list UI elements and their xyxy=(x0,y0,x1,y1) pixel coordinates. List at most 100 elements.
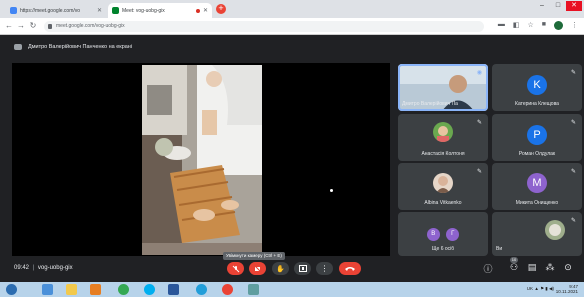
skype-icon[interactable] xyxy=(144,284,155,295)
participant-tile-overflow[interactable]: B Г Ще 6 осіб xyxy=(398,212,488,256)
participant-name: Катерина Клещова xyxy=(515,101,559,107)
folder-icon[interactable] xyxy=(66,284,77,295)
lock-icon xyxy=(48,24,52,29)
back-icon[interactable]: ← xyxy=(4,21,14,30)
participant-tile[interactable]: ◉ Дмитро Валерійович Па xyxy=(398,64,488,111)
mic-off-icon xyxy=(232,265,239,272)
url-text: meet.google.com/vog-uobg-gix xyxy=(56,23,125,29)
toolbar-icons: ▬ ◧ ☆ ■ ⋮ xyxy=(498,21,578,30)
avatar: Г xyxy=(446,228,460,241)
avatar: P xyxy=(527,125,547,145)
present-icon xyxy=(298,265,307,272)
main-stage xyxy=(12,63,390,256)
host-controls-icon[interactable]: ⊙ xyxy=(562,262,574,273)
extension-icon[interactable]: ◧ xyxy=(513,21,520,30)
system-clock[interactable]: 9:47 10.11.2021 xyxy=(556,284,578,294)
avatar xyxy=(433,122,453,142)
browser-tab-2[interactable]: Meet: vog-uobg-gix ✕ xyxy=(108,3,212,18)
recording-dot-icon xyxy=(195,8,200,13)
participant-name: Анастасія Колтоня xyxy=(421,151,465,157)
close-tab-icon[interactable]: ✕ xyxy=(97,7,102,14)
meeting-time: 09:42 xyxy=(14,265,30,271)
browser-tab-1[interactable]: https://meet.google.com/vo ✕ xyxy=(6,3,106,18)
close-window-icon[interactable]: ✕ xyxy=(566,1,582,11)
participant-tile[interactable]: ✎ Albina Vitkaenko xyxy=(398,163,488,210)
avatar xyxy=(433,173,453,193)
activities-icon[interactable]: ⁂ xyxy=(544,262,556,273)
people-icon[interactable]: ⚇ xyxy=(508,262,520,273)
more-options-button[interactable]: ⋮ xyxy=(316,262,333,275)
mic-off-icon: ✎ xyxy=(570,70,576,76)
word-icon[interactable] xyxy=(168,284,179,295)
clock-date: 10.11.2021 xyxy=(555,289,578,294)
meet-control-bar: 09:42 | vog-uobg-gix xyxy=(0,256,584,282)
profile-avatar[interactable] xyxy=(554,21,563,30)
presented-video xyxy=(142,65,262,255)
window-controls: – □ ✕ xyxy=(534,1,582,11)
window-icon[interactable]: ■ xyxy=(542,21,546,30)
tab-title: Meet: vog-uobg-gix xyxy=(122,7,165,14)
presenter-banner: Дмитро Валерійович Панченко на екрані xyxy=(14,44,132,50)
ie-icon[interactable] xyxy=(42,284,53,295)
mic-off-icon: ✎ xyxy=(570,218,576,224)
meeting-code: vog-uobg-gix xyxy=(37,265,73,271)
avatar xyxy=(545,220,565,240)
browser-tab-strip: https://meet.google.com/vo ✕ Meet: vog-u… xyxy=(0,0,584,18)
menu-icon[interactable]: ⋮ xyxy=(571,21,578,30)
end-call-icon xyxy=(345,267,355,271)
minimize-icon[interactable]: – xyxy=(534,1,550,11)
mic-off-icon: ✎ xyxy=(476,120,482,126)
mic-off-icon: ✎ xyxy=(476,169,482,175)
media-icon[interactable] xyxy=(90,284,101,295)
end-call-button[interactable] xyxy=(339,262,361,275)
participant-name: Дмитро Валерійович Па xyxy=(402,101,458,107)
participant-tile-self[interactable]: ✎ Ви xyxy=(492,212,582,256)
close-tab-icon[interactable]: ✕ xyxy=(203,7,208,14)
camera-off-icon xyxy=(254,265,261,272)
avatar: B xyxy=(426,228,440,241)
kitchen-scene xyxy=(142,65,262,255)
tray-icons: ▲ ⚑ ▮ ◀) xyxy=(534,286,554,291)
more-icon: ⋮ xyxy=(320,264,329,273)
mic-toggle-button[interactable] xyxy=(227,262,244,275)
reload-icon[interactable]: ↻ xyxy=(28,21,38,30)
participant-tile[interactable]: ✎ P Роман Олдулак xyxy=(492,114,582,161)
chrome-active-icon[interactable] xyxy=(222,284,233,295)
system-tray: UK ▲ ⚑ ▮ ◀) xyxy=(527,286,554,292)
telegram-icon[interactable] xyxy=(196,284,207,295)
browser-toolbar: ← → ↻ meet.google.com/vog-uobg-gix ▬ ◧ ☆… xyxy=(0,18,584,35)
avatar-group: B Г xyxy=(398,222,488,241)
camera-blocked-icon[interactable]: ▬ xyxy=(498,21,505,30)
raise-hand-icon: ✋ xyxy=(276,265,285,273)
presenter-text: Дмитро Валерійович Панченко на екрані xyxy=(28,44,133,50)
participant-tile[interactable]: ✎ M Микита Онищенко xyxy=(492,163,582,210)
participant-name: Albina Vitkaenko xyxy=(424,200,462,206)
start-icon[interactable] xyxy=(6,284,17,295)
participant-name: Роман Олдулак xyxy=(518,151,556,157)
tab-title: https://meet.google.com/vo xyxy=(20,7,81,14)
address-bar[interactable]: meet.google.com/vog-uobg-gix xyxy=(44,21,484,32)
forward-icon[interactable]: → xyxy=(16,21,26,30)
chat-icon[interactable]: ▤ xyxy=(526,262,538,273)
os-taskbar: UK ▲ ⚑ ▮ ◀) 9:47 10.11.2021 xyxy=(0,282,584,297)
mic-off-icon: ✎ xyxy=(570,169,576,175)
presenting-icon xyxy=(14,44,22,50)
new-tab-button[interactable]: + xyxy=(216,4,226,14)
participant-tile[interactable]: ✎ Анастасія Колтоня xyxy=(398,114,488,161)
avatar: K xyxy=(527,75,547,95)
avatar: M xyxy=(527,173,547,193)
camera-toggle-button[interactable] xyxy=(249,262,266,275)
participant-tile[interactable]: ✎ K Катерина Клещова xyxy=(492,64,582,111)
star-icon[interactable]: ☆ xyxy=(527,21,533,30)
present-button[interactable] xyxy=(294,262,311,275)
participant-name: Микита Онищенко xyxy=(515,200,559,206)
participant-name: Ви xyxy=(496,246,503,252)
maximize-icon[interactable]: □ xyxy=(550,1,566,11)
info-icon[interactable]: ⓘ xyxy=(482,262,494,275)
app-icon[interactable] xyxy=(248,284,259,295)
language-indicator[interactable]: UK xyxy=(527,286,533,291)
meet-favicon-icon xyxy=(10,7,17,14)
raise-hand-button[interactable]: ✋ xyxy=(272,262,289,275)
mic-off-icon: ✎ xyxy=(570,120,576,126)
chrome-icon[interactable] xyxy=(118,284,129,295)
